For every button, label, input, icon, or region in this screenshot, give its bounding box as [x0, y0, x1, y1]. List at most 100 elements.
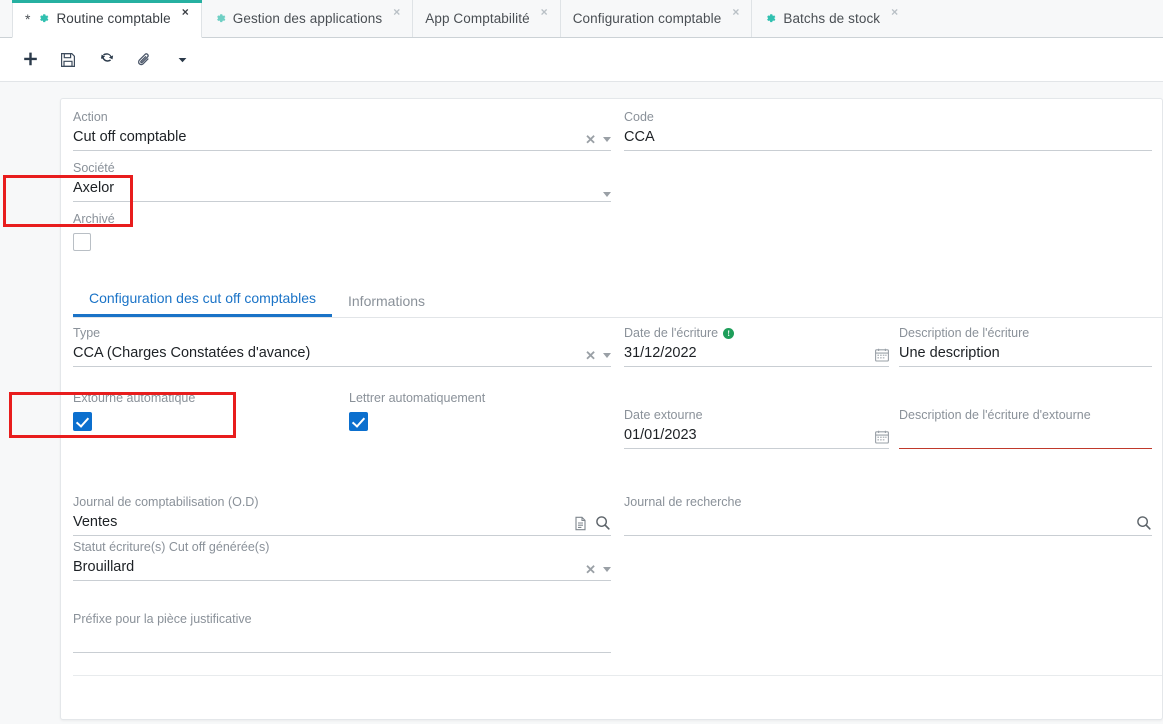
tab-label: Batchs de stock [783, 11, 881, 26]
date-extourne-input[interactable]: 01/01/2023 [624, 423, 889, 449]
document-icon[interactable] [573, 516, 588, 531]
form-toolbar [0, 38, 1163, 82]
browser-tab-strip: * Routine comptable × Gestion des applic… [0, 0, 1163, 38]
form-tab-bar: Configuration des cut off comptables Inf… [73, 286, 1162, 318]
chevron-down-icon[interactable] [603, 137, 611, 142]
field-label: Statut écriture(s) Cut off générée(s) [73, 540, 270, 554]
field-value: Cut off comptable [73, 129, 187, 145]
chevron-down-icon[interactable] [603, 567, 611, 572]
calendar-icon[interactable] [875, 430, 889, 444]
search-icon[interactable] [595, 515, 611, 531]
tab-app-comptabilite[interactable]: App Comptabilité × [413, 0, 561, 37]
description-extourne-input[interactable] [899, 423, 1152, 449]
close-icon[interactable]: × [182, 6, 189, 18]
code-input[interactable]: CCA [624, 125, 1152, 151]
field-value: Axelor [73, 180, 115, 196]
field-statut-ecriture: Statut écriture(s) Cut off générée(s) Br… [73, 539, 611, 581]
tab-configuration-comptable[interactable]: Configuration comptable × [561, 0, 753, 37]
field-label: Description de l'écriture [899, 326, 1030, 340]
search-icon[interactable] [1136, 515, 1152, 531]
journal-recherche-input[interactable] [624, 510, 1152, 536]
section-divider [73, 675, 1162, 676]
field-description-ecriture: Description de l'écriture Une descriptio… [899, 325, 1152, 367]
field-label: Archivé [73, 212, 115, 226]
tab-label: Configuration comptable [572, 11, 722, 26]
tab-label: Routine comptable [56, 11, 171, 26]
gear-icon [764, 12, 777, 25]
more-menu-button[interactable] [166, 45, 198, 75]
field-societe: Société Axelor [73, 160, 611, 202]
field-label: Type [73, 326, 101, 340]
refresh-button[interactable] [90, 45, 122, 75]
statut-ecriture-select[interactable]: Brouillard ✕ [73, 555, 611, 581]
clear-icon[interactable]: ✕ [585, 349, 596, 362]
tab-label: App Comptabilité [425, 11, 530, 26]
tab-dirty-marker: * [25, 10, 31, 27]
close-icon[interactable]: × [393, 6, 400, 18]
chevron-down-icon[interactable] [603, 353, 611, 358]
close-icon[interactable]: × [541, 6, 548, 18]
field-value: CCA [624, 129, 655, 145]
field-value: CCA (Charges Constatées d'avance) [73, 345, 311, 361]
field-action: Action Cut off comptable ✕ [73, 109, 611, 151]
field-value [624, 533, 1136, 535]
field-label: Code [624, 110, 654, 124]
tab-informations[interactable]: Informations [332, 293, 441, 317]
date-ecriture-input[interactable]: 31/12/2022 [624, 341, 889, 367]
field-label-text: Date de l'écriture [624, 326, 719, 340]
gear-icon [37, 12, 50, 25]
refresh-icon [98, 51, 115, 68]
new-record-button[interactable] [14, 45, 46, 75]
record-form-card: Action Cut off comptable ✕ Code CCA Soci… [60, 98, 1163, 720]
clear-icon[interactable]: ✕ [585, 563, 596, 576]
field-journal-recherche: Journal de recherche [624, 494, 1152, 536]
field-date-extourne: Date extourne 01/01/2023 [624, 407, 889, 449]
field-prefixe-piece-justificative: Préfixe pour la pièce justificative [73, 611, 611, 653]
field-extourne-automatique: Extourne automatique [73, 390, 195, 431]
prefixe-input[interactable] [73, 627, 611, 653]
extourne-automatique-checkbox[interactable] [73, 412, 92, 431]
field-value: 01/01/2023 [624, 427, 697, 443]
field-value: Ventes [73, 514, 118, 530]
close-icon[interactable]: × [891, 6, 898, 18]
field-value: Brouillard [73, 559, 135, 575]
field-code: Code CCA [624, 109, 1152, 151]
tab-routine-comptable[interactable]: * Routine comptable × [12, 0, 202, 38]
tab-gestion-des-applications[interactable]: Gestion des applications × [202, 0, 414, 37]
field-journal-comptabilisation: Journal de comptabilisation (O.D) Ventes [73, 494, 611, 536]
societe-select[interactable]: Axelor [73, 176, 611, 202]
save-floppy-icon [60, 52, 76, 68]
action-select[interactable]: Cut off comptable ✕ [73, 125, 611, 151]
journal-comptabilisation-input[interactable]: Ventes [73, 510, 611, 536]
field-lettrer-automatiquement: Lettrer automatiquement [349, 390, 485, 431]
field-value: 31/12/2022 [624, 345, 697, 361]
field-label: Préfixe pour la pièce justificative [73, 612, 252, 626]
info-icon: ! [723, 327, 735, 339]
calendar-icon[interactable] [875, 348, 889, 362]
tab-label: Gestion des applications [232, 11, 383, 26]
field-label: Date extourne [624, 408, 703, 422]
field-value: Une description [899, 345, 1000, 361]
description-ecriture-input[interactable]: Une description [899, 341, 1152, 367]
tab-configuration-des-cut-off-comptables[interactable]: Configuration des cut off comptables [73, 290, 332, 317]
save-button[interactable] [52, 45, 84, 75]
field-label: Description de l'écriture d'extourne [899, 408, 1091, 422]
field-type: Type CCA (Charges Constatées d'avance) ✕ [73, 325, 611, 367]
page-body: Action Cut off comptable ✕ Code CCA Soci… [0, 82, 1163, 724]
field-date-ecriture: Date de l'écriture ! 31/12/2022 [624, 325, 889, 367]
close-icon[interactable]: × [732, 6, 739, 18]
gear-icon [214, 12, 227, 25]
field-archive: Archivé [73, 211, 115, 251]
tab-batchs-de-stock[interactable]: Batchs de stock × [752, 0, 910, 37]
attachment-button[interactable] [128, 45, 160, 75]
type-select[interactable]: CCA (Charges Constatées d'avance) ✕ [73, 341, 611, 367]
clear-icon[interactable]: ✕ [585, 133, 596, 146]
lettrer-automatiquement-checkbox[interactable] [349, 412, 368, 431]
field-label: Société [73, 161, 115, 175]
archive-checkbox[interactable] [73, 233, 91, 251]
field-label: Journal de comptabilisation (O.D) [73, 495, 259, 509]
chevron-down-icon [176, 53, 189, 66]
field-label: Date de l'écriture ! [624, 325, 889, 341]
field-label: Extourne automatique [73, 391, 196, 405]
chevron-down-icon[interactable] [603, 192, 611, 197]
